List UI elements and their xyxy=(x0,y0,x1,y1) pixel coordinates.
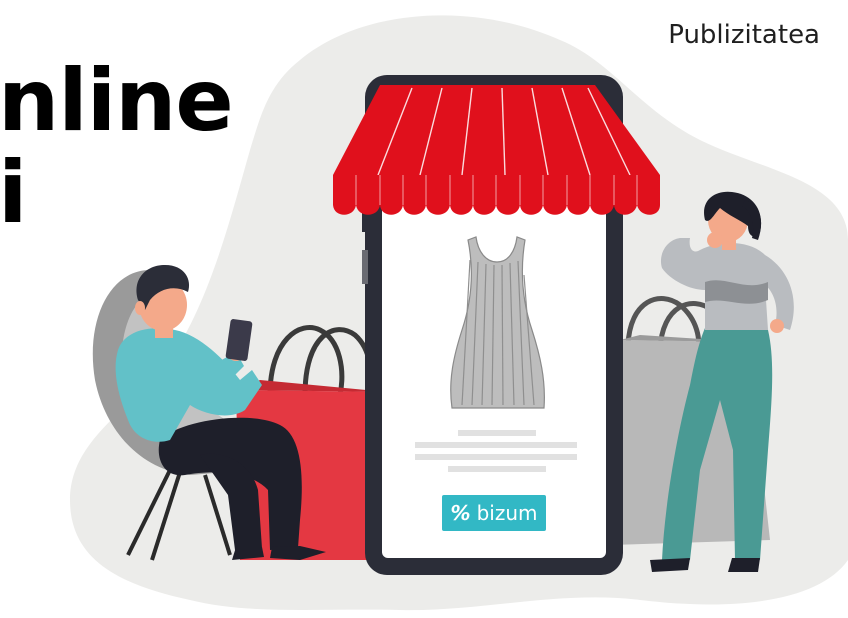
headline-line-2: i xyxy=(0,143,27,243)
bizum-button-label: bizum xyxy=(476,501,538,525)
bizum-z-icon: % xyxy=(450,501,471,525)
bizum-pay-button[interactable]: % bizum xyxy=(442,495,546,531)
headline: nline i xyxy=(0,51,234,243)
headline-line-1: nline xyxy=(0,51,234,151)
ad-label: Publizitatea xyxy=(668,20,820,50)
